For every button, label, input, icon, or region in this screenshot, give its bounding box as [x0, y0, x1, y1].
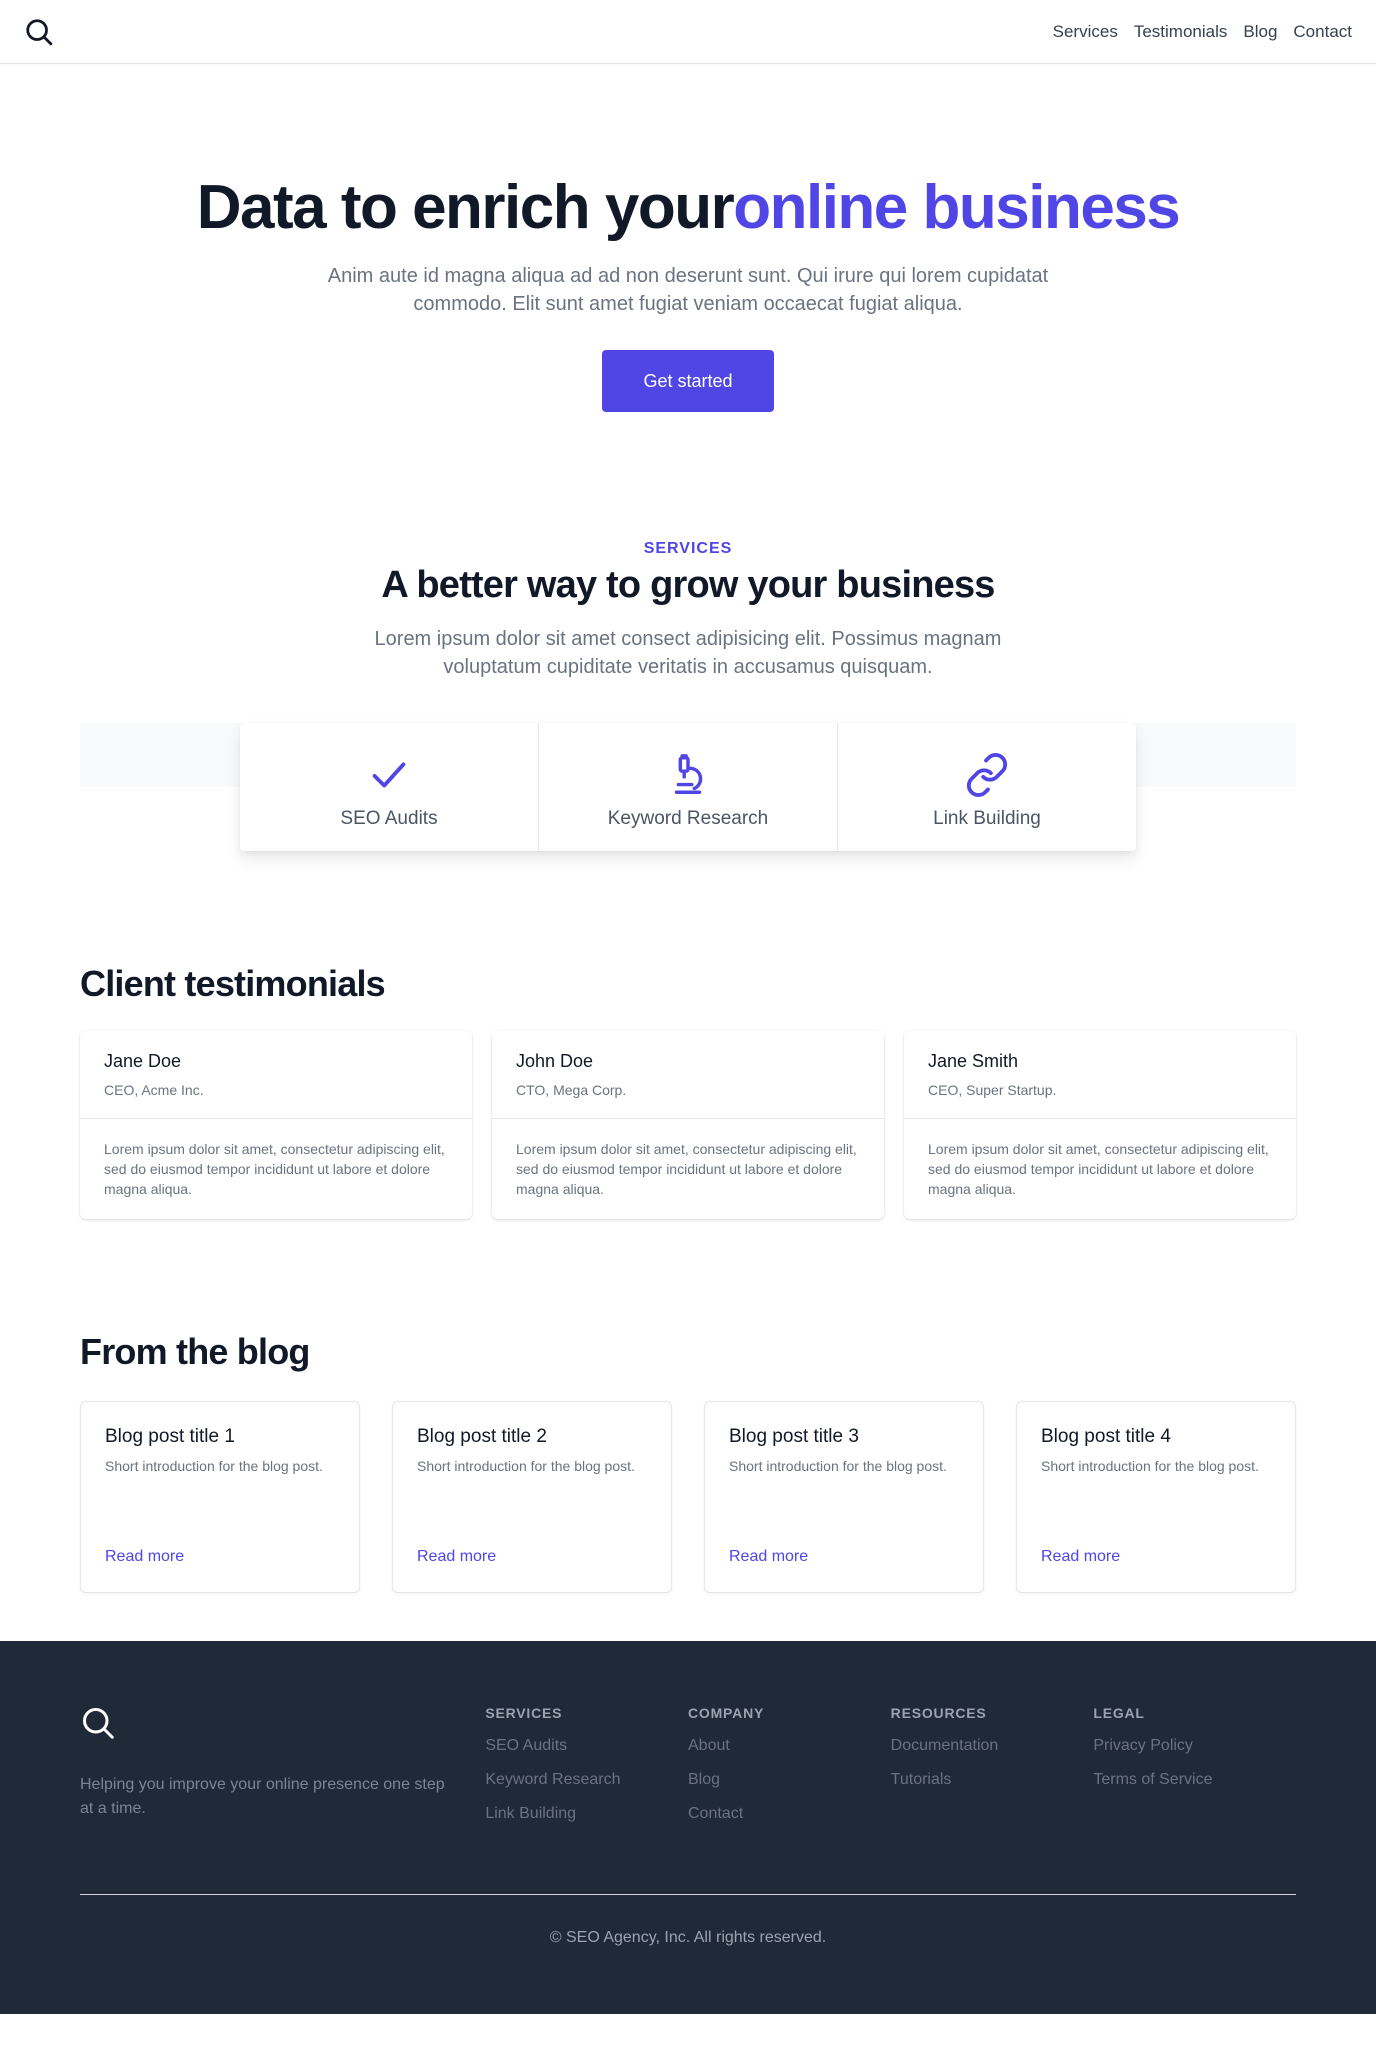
testimonials-grid: Jane Doe CEO, Acme Inc. Lorem ipsum dolo… [80, 1031, 1296, 1220]
blog-post-intro: Short introduction for the blog post. [729, 1458, 947, 1475]
link-icon [966, 753, 1008, 798]
get-started-button[interactable]: Get started [602, 350, 774, 413]
footer-link[interactable]: Terms of Service [1093, 1771, 1296, 1789]
blog-post-intro: Short introduction for the blog post. [1041, 1458, 1259, 1475]
services-section: SERVICES A better way to grow your busin… [0, 412, 1376, 852]
blog-post-title: Blog post title 2 [417, 1426, 547, 1448]
footer-link[interactable]: Contact [688, 1805, 891, 1823]
footer-top: Helping you improve your online presence… [80, 1641, 1296, 1823]
footer-link[interactable]: Link Building [485, 1805, 688, 1823]
blog-card: Blog post title 3 Short introduction for… [704, 1401, 984, 1594]
search-icon[interactable] [24, 16, 56, 48]
footer-link[interactable]: Tutorials [891, 1771, 1094, 1789]
testimonial-name: Jane Smith [928, 1051, 1019, 1072]
footer-column-heading: COMPANY [688, 1705, 765, 1722]
blog-post-title: Blog post title 4 [1041, 1426, 1171, 1448]
testimonial-quote: Lorem ipsum dolor sit amet, consectetur … [928, 1141, 1269, 1198]
blog-title: From the blog [80, 1331, 310, 1373]
testimonial-header: Jane Doe CEO, Acme Inc. [80, 1031, 472, 1120]
testimonial-name: Jane Doe [104, 1051, 182, 1072]
service-label: SEO Audits [340, 808, 438, 830]
microscope-icon [674, 754, 703, 795]
footer-column-heading: LEGAL [1093, 1705, 1145, 1722]
hero-title-main: Data to enrich your [196, 173, 735, 242]
blog-card: Blog post title 4 Short introduction for… [1016, 1401, 1296, 1594]
blog-post-intro: Short introduction for the blog post. [105, 1458, 323, 1475]
read-more-link[interactable]: Read more [105, 1548, 184, 1566]
testimonial-card: John Doe CTO, Mega Corp. Lorem ipsum dol… [492, 1031, 884, 1220]
blog-card: Blog post title 2 Short introduction for… [392, 1401, 672, 1594]
services-band: SEO Audits Keyword Research Link Buildin… [80, 723, 1296, 852]
testimonial-quote: Lorem ipsum dolor sit amet, consectetur … [516, 1141, 857, 1198]
testimonial-name: John Doe [516, 1051, 594, 1072]
services-lead: Lorem ipsum dolor sit amet consect adipi… [374, 628, 1002, 679]
testimonial-role: CEO, Super Startup. [928, 1082, 1057, 1099]
nav-link-contact[interactable]: Contact [1293, 22, 1352, 42]
testimonial-quote: Lorem ipsum dolor sit amet, consectetur … [104, 1141, 445, 1198]
footer-tagline: Helping you improve your online presence… [80, 1776, 445, 1818]
footer-link[interactable]: Keyword Research [485, 1771, 688, 1789]
hero-title: Data to enrich youronline business [0, 173, 1376, 242]
service-label: Keyword Research [607, 808, 769, 830]
main-nav: Services Testimonials Blog Contact [1053, 22, 1352, 42]
footer-link[interactable]: Privacy Policy [1093, 1737, 1296, 1755]
footer-link[interactable]: Documentation [891, 1737, 1094, 1755]
testimonials-section: Client testimonials Jane Doe CEO, Acme I… [0, 787, 1376, 1220]
nav-link-blog[interactable]: Blog [1243, 22, 1277, 42]
footer-column-heading: RESOURCES [890, 1705, 987, 1722]
hero-subtitle: Anim aute id magna aliqua ad ad non dese… [327, 265, 1049, 316]
blog-grid: Blog post title 1 Short introduction for… [80, 1401, 1296, 1594]
footer-column-company: COMPANY About Blog Contact [688, 1705, 891, 1823]
service-label: Link Building [933, 808, 1041, 830]
nav-link-services[interactable]: Services [1053, 22, 1118, 42]
nav-link-testimonials[interactable]: Testimonials [1134, 22, 1228, 42]
testimonial-card: Jane Smith CEO, Super Startup. Lorem ips… [904, 1031, 1296, 1220]
service-card-keyword-research[interactable]: Keyword Research [539, 723, 838, 852]
blog-post-title: Blog post title 3 [729, 1426, 859, 1448]
footer-column-resources: RESOURCES Documentation Tutorials [891, 1705, 1094, 1823]
service-card-link-building[interactable]: Link Building [838, 723, 1136, 851]
testimonial-header: John Doe CTO, Mega Corp. [492, 1031, 884, 1120]
blog-post-intro: Short introduction for the blog post. [417, 1458, 635, 1475]
footer-copyright: © SEO Agency, Inc. All rights reserved. [549, 1929, 827, 1947]
services-eyebrow: SERVICES [643, 540, 733, 558]
services-title: A better way to grow your business [381, 564, 995, 607]
testimonial-role: CEO, Acme Inc. [104, 1082, 204, 1099]
blog-section: From the blog Blog post title 1 Short in… [0, 1219, 1376, 1594]
blog-post-title: Blog post title 1 [105, 1426, 235, 1448]
footer-link[interactable]: Blog [688, 1771, 891, 1789]
read-more-link[interactable]: Read more [417, 1548, 496, 1566]
testimonial-role: CTO, Mega Corp. [516, 1082, 627, 1099]
footer-link[interactable]: About [688, 1737, 891, 1755]
footer-brand: Helping you improve your online presence… [80, 1705, 485, 1823]
services-cards: SEO Audits Keyword Research Link Buildin… [240, 723, 1136, 852]
testimonial-card: Jane Doe CEO, Acme Inc. Lorem ipsum dolo… [80, 1031, 472, 1220]
footer-divider [80, 1894, 1296, 1896]
testimonials-title: Client testimonials [80, 963, 386, 1005]
check-icon [372, 762, 406, 788]
hero-section: Data to enrich youronline business Anim … [0, 64, 1376, 413]
hero-title-accent: online business [733, 173, 1181, 242]
testimonial-header: Jane Smith CEO, Super Startup. [904, 1031, 1296, 1120]
footer-column-legal: LEGAL Privacy Policy Terms of Service [1093, 1705, 1296, 1823]
site-footer: Helping you improve your online presence… [0, 1641, 1376, 2015]
footer-link[interactable]: SEO Audits [485, 1737, 688, 1755]
footer-column-heading: SERVICES [485, 1705, 563, 1722]
read-more-link[interactable]: Read more [1041, 1548, 1120, 1566]
read-more-link[interactable]: Read more [729, 1548, 808, 1566]
site-header: Services Testimonials Blog Contact [0, 0, 1376, 64]
service-card-seo-audits[interactable]: SEO Audits [240, 723, 539, 852]
footer-column-services: SERVICES SEO Audits Keyword Research Lin… [485, 1705, 688, 1823]
blog-card: Blog post title 1 Short introduction for… [80, 1401, 360, 1594]
search-icon[interactable] [80, 1705, 116, 1741]
